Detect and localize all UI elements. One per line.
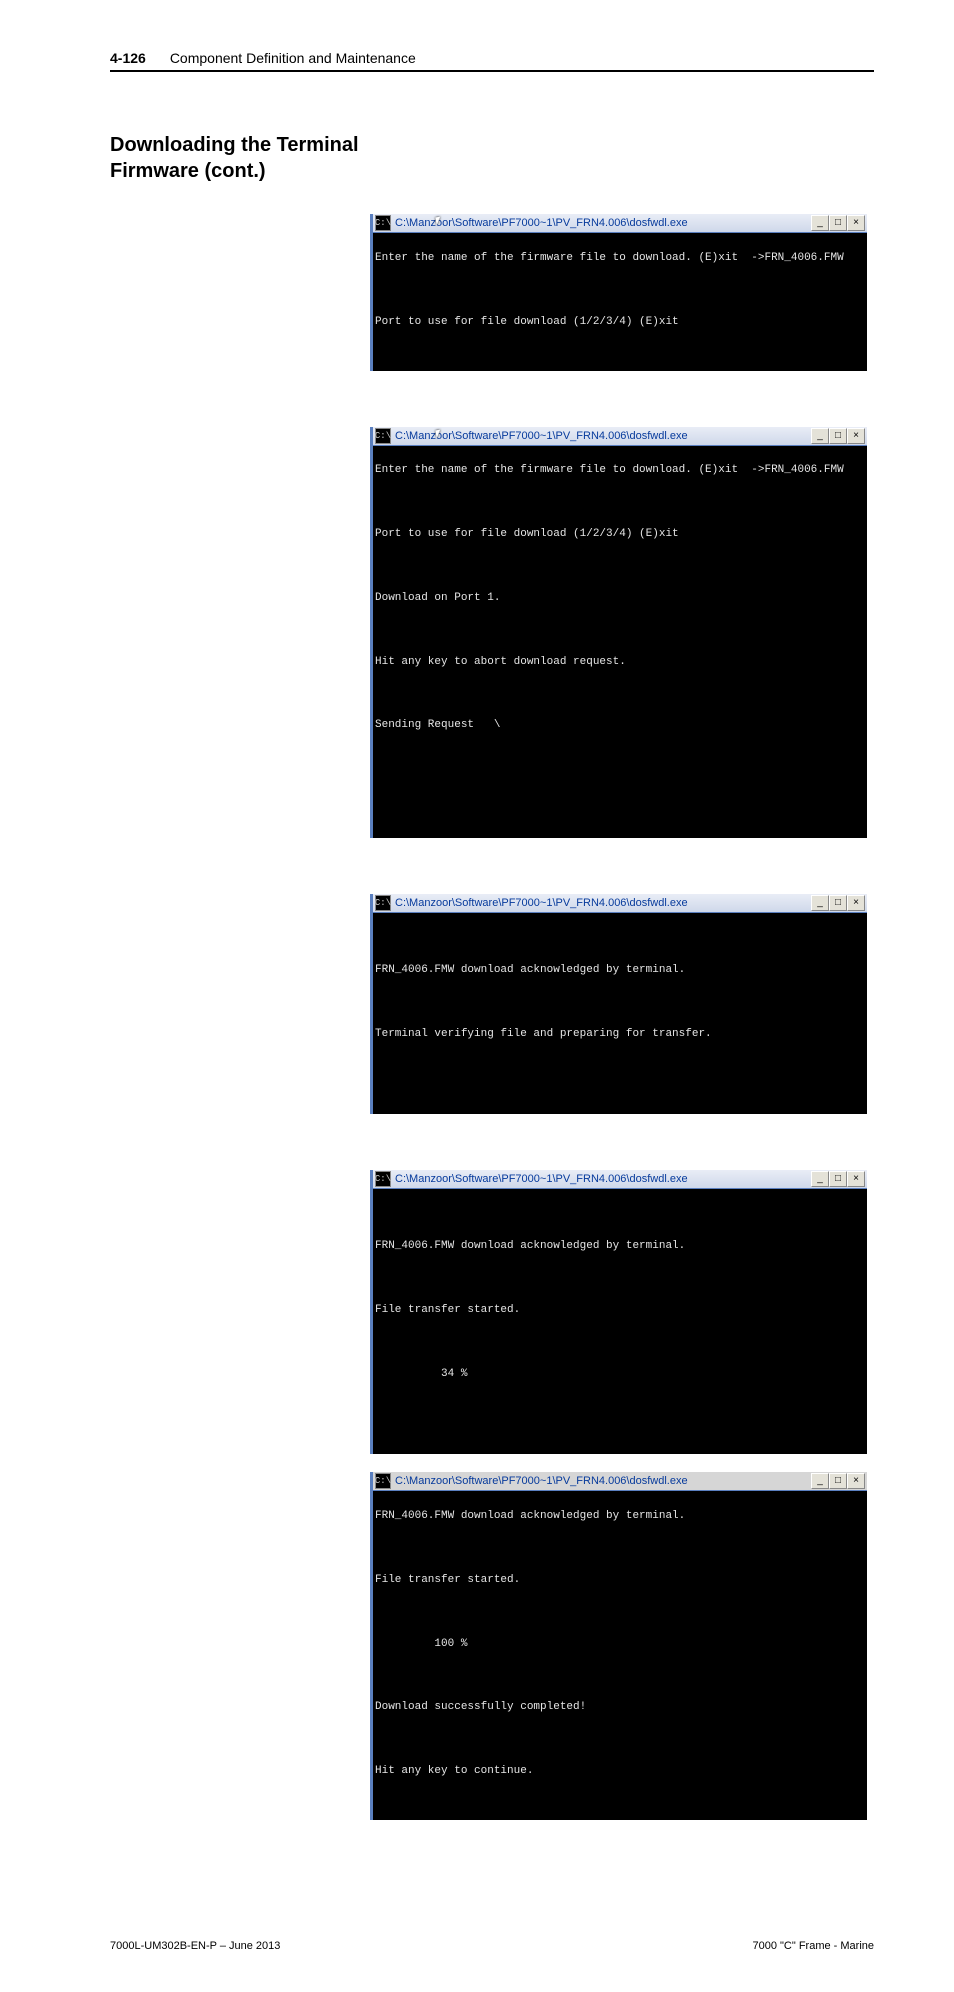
window-titlebar[interactable]: C:\ C:\Manzoor\Software\PF7000~1\PV_FRN4…	[373, 894, 867, 913]
console-line: 34 %	[375, 1367, 865, 1383]
console-line	[375, 1605, 865, 1621]
window-titlebar[interactable]: C:\ C:\Manzoor\Software\PF7000~1\PV_FRN4…	[373, 427, 867, 446]
minimize-button[interactable]: _	[811, 895, 829, 911]
console-line: Hit any key to continue.	[375, 1764, 865, 1780]
console-line	[375, 750, 865, 766]
close-button[interactable]: ×	[847, 428, 865, 444]
console-line	[375, 782, 865, 798]
cmd-icon: C:\	[375, 1171, 391, 1187]
window-titlebar[interactable]: C:\ C:\Manzoor\Software\PF7000~1\PV_FRN4…	[373, 1472, 867, 1491]
console-line	[375, 559, 865, 575]
console-line: Sending Request \	[375, 718, 865, 734]
page-header: 4-126 Component Definition and Maintenan…	[110, 50, 874, 72]
console-line: File transfer started.	[375, 1303, 865, 1319]
console-window-4: C:\ C:\Manzoor\Software\PF7000~1\PV_FRN4…	[370, 1170, 867, 1454]
cmd-icon: C:\	[375, 428, 391, 444]
close-button[interactable]: ×	[847, 1473, 865, 1489]
window-title-text: C:\Manzoor\Software\PF7000~1\PV_FRN4.006…	[395, 1475, 688, 1487]
footer-right: 7000 "C" Frame - Marine	[752, 1940, 874, 1952]
cmd-icon: C:\	[375, 1473, 391, 1489]
console-line	[375, 687, 865, 703]
window-title-text: C:\Manzoor\Software\PF7000~1\PV_FRN4.006…	[395, 897, 688, 909]
console-line: Port to use for file download (1/2/3/4) …	[375, 315, 865, 331]
console-line: 100 %	[375, 1637, 865, 1653]
maximize-button[interactable]: □	[829, 215, 847, 231]
console-body[interactable]: FRN_4006.FMW download acknowledged by te…	[373, 913, 867, 1114]
window-titlebar[interactable]: C:\ C:\Manzoor\Software\PF7000~1\PV_FRN4…	[373, 214, 867, 233]
cmd-icon: C:\	[375, 895, 391, 911]
console-line	[375, 1058, 865, 1074]
window-title-text: C:\Manzoor\Software\PF7000~1\PV_FRN4.006…	[395, 1173, 688, 1185]
minimize-button[interactable]: _	[811, 1171, 829, 1187]
heading-line-2: Firmware (cont.)	[110, 158, 874, 184]
maximize-button[interactable]: □	[829, 1473, 847, 1489]
console-line	[375, 495, 865, 511]
console-line: FRN_4006.FMW download acknowledged by te…	[375, 963, 865, 979]
page-footer: 7000L-UM302B-EN-P – June 2013 7000 "C" F…	[110, 1940, 874, 1952]
console-line: File transfer started.	[375, 1573, 865, 1589]
console-line: Download on Port 1.	[375, 591, 865, 607]
footer-left: 7000L-UM302B-EN-P – June 2013	[110, 1940, 280, 1952]
console-line: Enter the name of the firmware file to d…	[375, 251, 865, 267]
console-line	[375, 1271, 865, 1287]
console-line: Terminal verifying file and preparing fo…	[375, 1027, 865, 1043]
console-body[interactable]: Enter the name of the firmware file to d…	[373, 233, 867, 371]
close-button[interactable]: ×	[847, 895, 865, 911]
doc-title: Component Definition and Maintenance	[170, 50, 416, 66]
console-line: Port to use for file download (1/2/3/4) …	[375, 527, 865, 543]
console-line	[375, 1335, 865, 1351]
console-line	[375, 283, 865, 299]
section-heading: Downloading the Terminal Firmware (cont.…	[110, 132, 874, 184]
cmd-icon: C:\	[375, 215, 391, 231]
console-line: FRN_4006.FMW download acknowledged by te…	[375, 1509, 865, 1525]
minimize-button[interactable]: _	[811, 1473, 829, 1489]
window-titlebar[interactable]: C:\ C:\Manzoor\Software\PF7000~1\PV_FRN4…	[373, 1170, 867, 1189]
window-title-text: C:\Manzoor\Software\PF7000~1\PV_FRN4.006…	[395, 217, 688, 229]
console-body[interactable]: FRN_4006.FMW download acknowledged by te…	[373, 1189, 867, 1454]
console-body[interactable]: Enter the name of the firmware file to d…	[373, 446, 867, 839]
minimize-button[interactable]: _	[811, 428, 829, 444]
minimize-button[interactable]: _	[811, 215, 829, 231]
console-window-3: C:\ C:\Manzoor\Software\PF7000~1\PV_FRN4…	[370, 894, 867, 1114]
console-line	[375, 1732, 865, 1748]
console-line	[375, 1207, 865, 1223]
console-line: Download successfully completed!	[375, 1700, 865, 1716]
console-line	[375, 931, 865, 947]
console-line: FRN_4006.FMW download acknowledged by te…	[375, 1239, 865, 1255]
console-window-5: C:\ C:\Manzoor\Software\PF7000~1\PV_FRN4…	[370, 1472, 867, 1820]
heading-line-1: Downloading the Terminal	[110, 132, 874, 158]
close-button[interactable]: ×	[847, 1171, 865, 1187]
maximize-button[interactable]: □	[829, 895, 847, 911]
maximize-button[interactable]: □	[829, 428, 847, 444]
window-title-text: C:\Manzoor\Software\PF7000~1\PV_FRN4.006…	[395, 430, 688, 442]
console-line	[375, 1541, 865, 1557]
console-line	[375, 623, 865, 639]
console-line: Enter the name of the firmware file to d…	[375, 463, 865, 479]
console-line	[375, 1669, 865, 1685]
console-line: Hit any key to abort download request.	[375, 655, 865, 671]
console-window-1: C:\ C:\Manzoor\Software\PF7000~1\PV_FRN4…	[370, 214, 867, 371]
console-line	[375, 1398, 865, 1414]
console-body[interactable]: FRN_4006.FMW download acknowledged by te…	[373, 1491, 867, 1820]
console-line	[375, 995, 865, 1011]
console-window-2: C:\ C:\Manzoor\Software\PF7000~1\PV_FRN4…	[370, 427, 867, 839]
page-number: 4-126	[110, 50, 146, 66]
close-button[interactable]: ×	[847, 215, 865, 231]
maximize-button[interactable]: □	[829, 1171, 847, 1187]
